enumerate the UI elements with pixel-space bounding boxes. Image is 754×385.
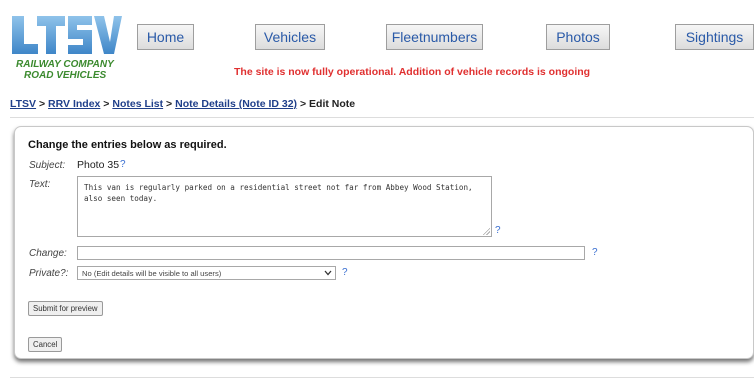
breadcrumb-link-ltsv[interactable]: LTSV [10,98,36,110]
change-help-icon[interactable]: ? [592,247,598,258]
breadcrumb-separator: > [166,98,173,110]
breadcrumb-link-rrv-index[interactable]: RRV Index [48,98,100,110]
form-heading: Change the entries below as required. [28,139,227,151]
breadcrumb: LTSV > RRV Index > Notes List > Note Det… [10,98,355,110]
edit-note-panel: Change the entries below as required. Su… [14,126,754,359]
private-select[interactable]: No (Edit details will be visible to all … [77,266,336,280]
ltsv-logo-mark [12,16,122,54]
nav-fleetnumbers-button[interactable]: Fleetnumbers [386,24,483,50]
private-label: Private?: [29,268,69,279]
private-select-value: No (Edit details will be visible to all … [82,268,222,278]
nav-sightings-button[interactable]: Sightings [675,24,754,50]
text-help-icon[interactable]: ? [495,225,501,236]
change-label: Change: [29,248,67,259]
logo-text-line1: RAILWAY COMPANY [16,59,114,70]
text-label: Text: [29,179,51,190]
subject-value: Photo 35 [77,159,120,171]
header-divider [10,117,754,118]
nav-home-button[interactable]: Home [137,24,194,50]
logo-text-line2: ROAD VEHICLES [24,70,107,81]
submit-for-preview-button[interactable]: Submit for preview [28,301,103,316]
cancel-button[interactable]: Cancel [28,337,63,352]
private-help-icon[interactable]: ? [342,267,348,278]
nav-photos-button[interactable]: Photos [546,24,610,50]
footer-divider [10,377,754,378]
breadcrumb-link-notes-list[interactable]: Notes List [112,98,163,110]
breadcrumb-separator: > [103,98,110,110]
site-status-message: The site is now fully operational. Addit… [234,66,591,78]
subject-label: Subject: [29,160,66,171]
breadcrumb-separator: > [299,98,307,110]
note-text-area[interactable]: This van is regularly parked on a reside… [77,176,492,237]
change-input[interactable] [77,246,585,260]
breadcrumb-link-note-details[interactable]: Note Details (Note ID 32) [175,98,297,110]
chevron-down-icon [321,267,335,279]
nav-vehicles-button[interactable]: Vehicles [255,24,325,50]
resize-grip-icon[interactable] [482,227,490,235]
breadcrumb-current: Edit Note [309,98,356,110]
breadcrumb-separator: > [38,98,46,110]
subject-help-icon[interactable]: ? [120,159,126,170]
